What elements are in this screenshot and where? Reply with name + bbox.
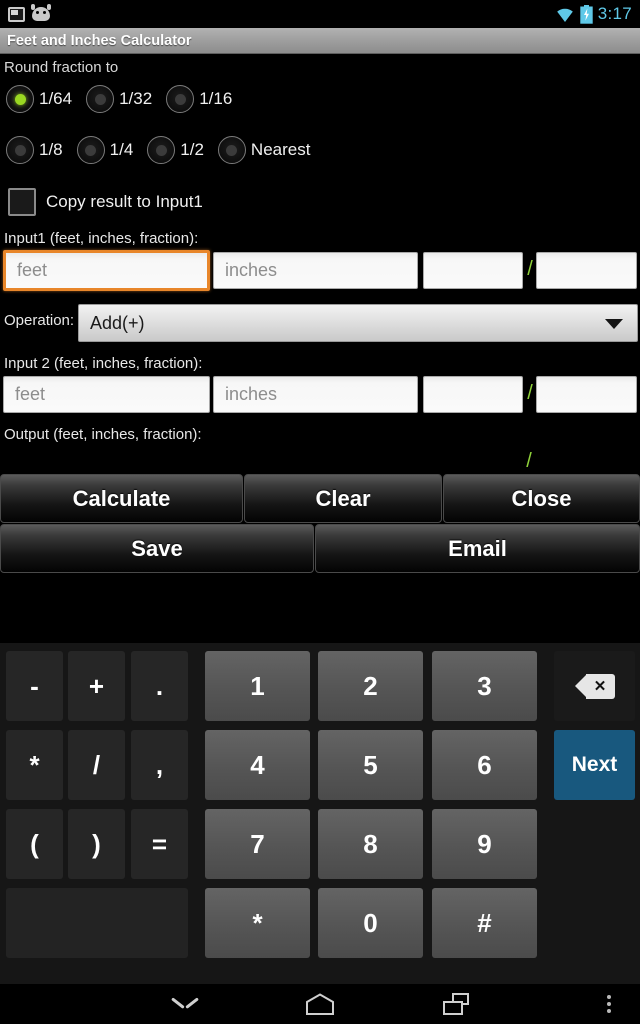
operation-dropdown[interactable]: Add(+) — [78, 304, 638, 342]
key-equals[interactable]: = — [131, 809, 188, 879]
radio-option-1-4[interactable]: 1/4 — [76, 136, 148, 164]
status-bar-clock: 3:17 — [597, 4, 632, 23]
input1-inches-field[interactable]: inches — [213, 252, 418, 289]
key-next[interactable]: Next — [554, 730, 635, 800]
key-2[interactable]: 2 — [318, 651, 423, 721]
clear-button[interactable]: Clear — [244, 474, 442, 523]
app-title: Feet and Inches Calculator — [7, 32, 192, 49]
key-5[interactable]: 5 — [318, 730, 423, 800]
radio-icon-1-2[interactable] — [147, 136, 176, 164]
key-star-op[interactable]: * — [6, 730, 63, 800]
hide-keyboard-icon[interactable] — [172, 997, 198, 1011]
radio-icon-1-64[interactable] — [6, 85, 34, 113]
key-9[interactable]: 9 — [432, 809, 537, 879]
operation-label: Operation: — [4, 312, 75, 329]
key-blank[interactable] — [6, 888, 188, 958]
input2-fraction-separator: / — [527, 382, 533, 404]
key-8[interactable]: 8 — [318, 809, 423, 879]
close-button[interactable]: Close — [443, 474, 640, 523]
recents-icon[interactable] — [443, 993, 469, 1015]
key-star[interactable]: * — [205, 888, 310, 958]
output-label: Output (feet, inches, fraction): — [4, 426, 202, 443]
status-bar: 3:17 — [0, 0, 640, 28]
key-minus[interactable]: - — [6, 651, 63, 721]
overflow-menu-icon[interactable] — [607, 993, 612, 1015]
radio-icon-1-4[interactable] — [76, 136, 105, 164]
radio-icon-nearest[interactable] — [217, 136, 246, 164]
input2-denominator-field[interactable] — [536, 376, 637, 413]
round-fraction-group-row2: 1/8 1/4 1/2 Nearest — [6, 136, 324, 164]
backspace-icon: ✕ — [574, 673, 615, 699]
radio-option-1-32[interactable]: 1/32 — [86, 85, 166, 113]
radio-icon-1-32[interactable] — [86, 85, 115, 113]
input1-label: Input1 (feet, inches, fraction): — [4, 230, 199, 247]
round-fraction-label: Round fraction to — [4, 59, 119, 76]
input2-feet-field[interactable]: feet — [3, 376, 210, 413]
input1-inches-value: inches — [225, 260, 278, 280]
email-button[interactable]: Email — [315, 524, 640, 573]
radio-label-1-2: 1/2 — [180, 140, 204, 159]
radio-icon-1-8[interactable] — [6, 136, 34, 164]
radio-label-1-32: 1/32 — [119, 89, 153, 108]
key-dot[interactable]: . — [131, 651, 188, 721]
key-plus[interactable]: + — [68, 651, 125, 721]
key-slash[interactable]: / — [68, 730, 125, 800]
copy-result-checkbox[interactable] — [8, 188, 36, 216]
android-notification-icon — [31, 4, 51, 21]
radio-label-nearest: Nearest — [250, 140, 311, 159]
status-bar-system: 3:17 — [555, 4, 640, 24]
key-4[interactable]: 4 — [205, 730, 310, 800]
input1-feet-field[interactable]: feet — [3, 250, 210, 291]
key-3[interactable]: 3 — [432, 651, 537, 721]
home-icon[interactable] — [305, 993, 335, 1015]
battery-charging-icon — [580, 4, 593, 24]
radio-option-1-64[interactable]: 1/64 — [6, 85, 86, 113]
key-rparen[interactable]: ) — [68, 809, 125, 879]
radio-label-1-64: 1/64 — [39, 89, 73, 108]
input2-inches-value: inches — [225, 384, 278, 404]
android-screen: 3:17 Feet and Inches Calculator Round fr… — [0, 0, 640, 1024]
radio-label-1-16: 1/16 — [199, 89, 233, 108]
key-7[interactable]: 7 — [205, 809, 310, 879]
wifi-icon — [556, 8, 573, 22]
output-fraction-separator: / — [526, 450, 532, 472]
key-6[interactable]: 6 — [432, 730, 537, 800]
key-backspace[interactable]: ✕ — [554, 651, 635, 721]
input2-inches-field[interactable]: inches — [213, 376, 418, 413]
app-title-bar: Feet and Inches Calculator — [0, 28, 640, 54]
input1-denominator-field[interactable] — [536, 252, 637, 289]
numeric-keyboard: - + . 1 2 3 ✕ * / , 4 5 6 Next ( ) = 7 8… — [0, 643, 640, 984]
key-1[interactable]: 1 — [205, 651, 310, 721]
input2-numerator-field[interactable] — [423, 376, 523, 413]
copy-result-label: Copy result to Input1 — [46, 192, 203, 211]
radio-icon-1-16[interactable] — [166, 85, 195, 113]
save-button[interactable]: Save — [0, 524, 314, 573]
radio-option-1-8[interactable]: 1/8 — [6, 136, 77, 164]
input2-feet-value: feet — [15, 384, 46, 404]
radio-option-1-16[interactable]: 1/16 — [166, 85, 246, 113]
calculator-form: Round fraction to 1/64 1/32 1/16 1/8 1/4… — [0, 54, 640, 643]
key-lparen[interactable]: ( — [6, 809, 63, 879]
radio-option-nearest[interactable]: Nearest — [217, 136, 325, 164]
key-0[interactable]: 0 — [318, 888, 423, 958]
radio-label-1-4: 1/4 — [109, 140, 134, 159]
key-hash[interactable]: # — [432, 888, 537, 958]
status-bar-notifications — [0, 4, 51, 22]
input1-numerator-field[interactable] — [423, 252, 523, 289]
round-fraction-group-row1: 1/64 1/32 1/16 — [6, 85, 246, 113]
chevron-down-icon[interactable] — [605, 319, 623, 329]
radio-label-1-8: 1/8 — [39, 140, 63, 159]
radio-option-1-2[interactable]: 1/2 — [147, 136, 218, 164]
input1-fraction-separator: / — [527, 258, 533, 280]
operation-value: Add(+) — [90, 312, 145, 333]
copy-result-checkbox-row[interactable]: Copy result to Input1 — [8, 188, 203, 216]
navigation-bar — [0, 984, 640, 1024]
input1-feet-value: feet — [17, 260, 48, 280]
input2-label: Input 2 (feet, inches, fraction): — [4, 355, 203, 372]
key-comma[interactable]: , — [131, 730, 188, 800]
calculate-button[interactable]: Calculate — [0, 474, 243, 523]
screen-notification-icon — [8, 6, 25, 22]
